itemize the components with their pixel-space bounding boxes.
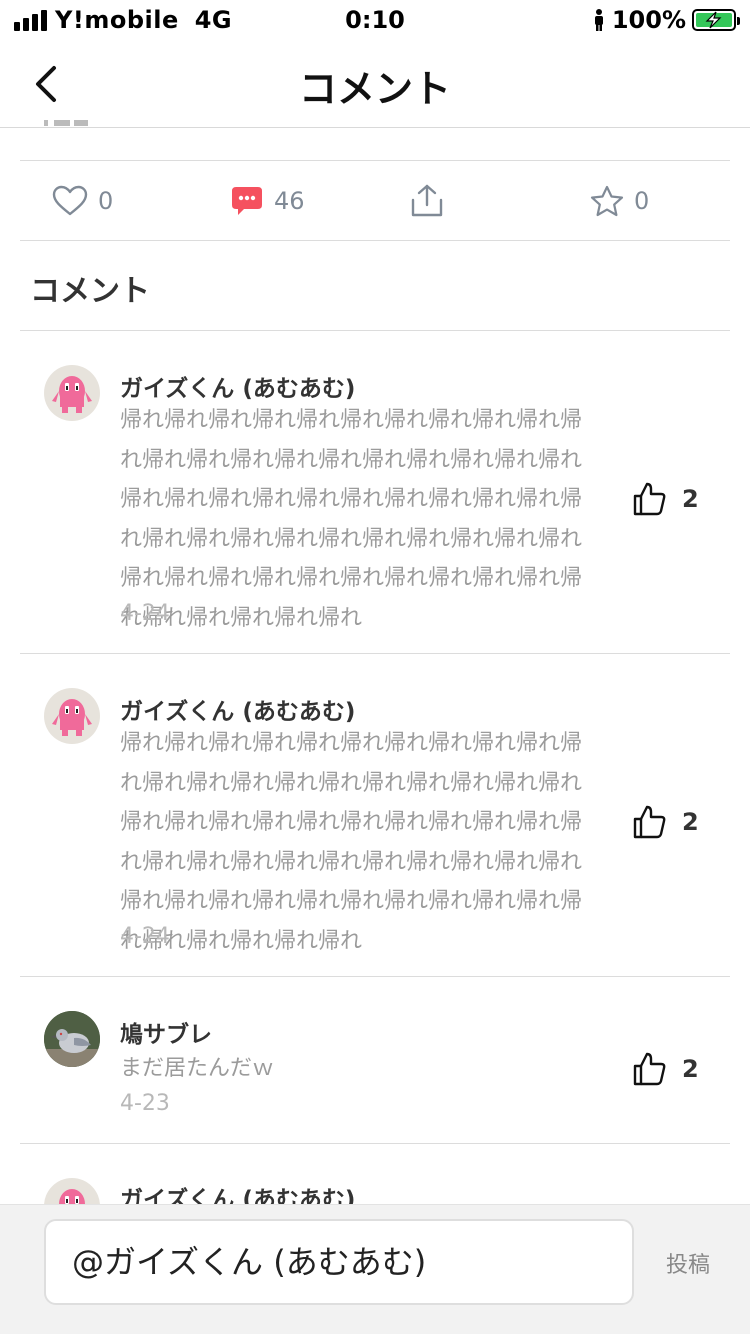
comment-like-count: 2	[682, 808, 699, 836]
thumbs-up-icon	[633, 1052, 666, 1086]
comment-author[interactable]: 鳩サブレ	[120, 1015, 212, 1049]
comment-author[interactable]: ガイズくん (あむあむ)	[120, 1180, 355, 1204]
orientation-lock-icon	[594, 9, 603, 31]
pink-monster-avatar-icon[interactable]	[44, 688, 100, 744]
status-right: 100%	[592, 6, 740, 34]
thumbs-up-icon	[633, 805, 666, 839]
comment-author[interactable]: ガイズくん (あむあむ)	[120, 692, 355, 726]
pink-monster-avatar-icon[interactable]	[44, 1178, 100, 1204]
thumbs-up-icon	[633, 482, 666, 516]
comment-like-button[interactable]: 2	[632, 481, 699, 517]
page-title: コメント	[298, 67, 451, 111]
comment-like-button[interactable]: 2	[632, 1051, 699, 1087]
star-icon	[590, 185, 624, 217]
comment-date: 4-24	[120, 924, 170, 949]
divider	[20, 976, 730, 977]
comment-action[interactable]: 46	[230, 180, 305, 222]
divider	[20, 653, 730, 654]
battery-percent: 100%	[611, 6, 686, 34]
post-button[interactable]: 投稿	[666, 1247, 710, 1279]
like-count: 0	[98, 187, 114, 215]
comment-bubble-icon	[232, 187, 262, 215]
share-action[interactable]	[408, 180, 446, 222]
like-action[interactable]: 0	[52, 180, 113, 222]
status-bar: Y!mobile 4G 0:10 100%	[0, 0, 750, 40]
favorite-count: 0	[634, 187, 650, 215]
comment-input[interactable]: @ガイズくん (あむあむ)	[44, 1219, 634, 1305]
divider	[20, 330, 730, 331]
share-icon	[411, 184, 443, 217]
comment-composer: @ガイズくん (あむあむ) 投稿	[0, 1204, 750, 1334]
comment-text: 帰れ帰れ帰れ帰れ帰れ帰れ帰れ帰れ帰れ帰れ帰れ帰れ帰れ帰れ帰れ帰れ帰れ帰れ帰れ帰れ…	[120, 408, 583, 631]
comment-like-button[interactable]: 2	[632, 804, 699, 840]
pigeon-avatar-icon[interactable]	[44, 1011, 100, 1067]
comments-section-title: コメント	[30, 274, 150, 309]
comment-date: 4-24	[120, 601, 170, 626]
comment-like-count: 2	[682, 485, 699, 513]
comment-text: まだ居たんだｗ	[120, 1056, 275, 1081]
navigation-bar: コメント	[0, 40, 750, 128]
battery-icon	[692, 9, 740, 31]
comment-item: ガイズくん (あむあむ)	[0, 1144, 750, 1204]
comment-date: 4-23	[120, 1091, 170, 1116]
comment-like-count: 2	[682, 1055, 699, 1083]
favorite-action[interactable]: 0	[590, 180, 649, 222]
comment-count: 46	[274, 187, 305, 215]
comment-author[interactable]: ガイズくん (あむあむ)	[120, 369, 355, 403]
divider	[20, 160, 730, 161]
comment-text: 帰れ帰れ帰れ帰れ帰れ帰れ帰れ帰れ帰れ帰れ帰れ帰れ帰れ帰れ帰れ帰れ帰れ帰れ帰れ帰れ…	[120, 731, 583, 954]
heart-icon	[52, 185, 88, 216]
previous-content-peek	[44, 120, 104, 134]
pink-monster-avatar-icon[interactable]	[44, 365, 100, 421]
divider	[20, 240, 730, 241]
